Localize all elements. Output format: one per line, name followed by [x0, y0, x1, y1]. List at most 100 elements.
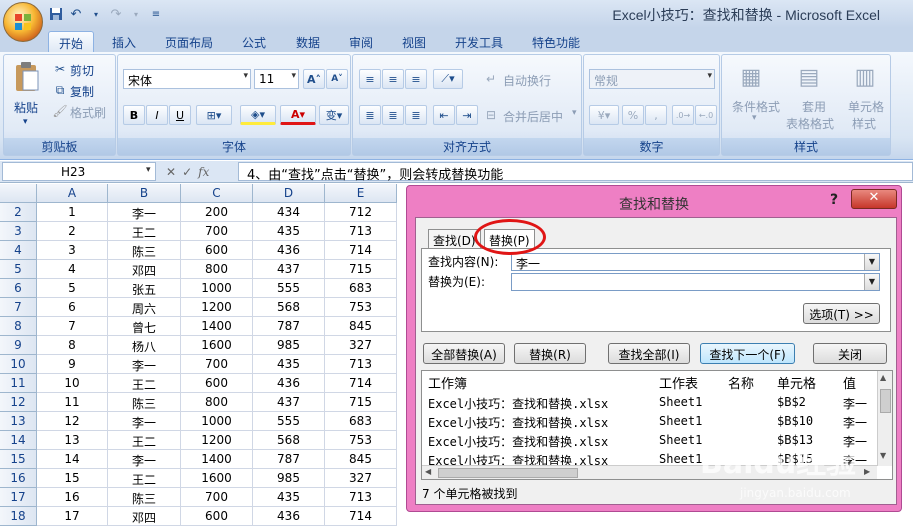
dialog-close-button[interactable]: 关闭: [813, 343, 887, 364]
row-header[interactable]: 17: [0, 488, 37, 507]
result-row-cell[interactable]: Sheet1: [659, 433, 702, 447]
table-cell[interactable]: 435: [253, 222, 325, 241]
wrap-text-icon[interactable]: ↵: [483, 71, 499, 87]
table-cell[interactable]: 713: [325, 222, 397, 241]
table-cell[interactable]: 713: [325, 355, 397, 374]
table-cell[interactable]: 845: [325, 450, 397, 469]
close-icon[interactable]: ✕: [851, 189, 897, 209]
row-header[interactable]: 16: [0, 469, 37, 488]
format-painter-icon[interactable]: 🖌: [52, 103, 68, 119]
table-cell[interactable]: 陈三: [108, 241, 181, 260]
table-cell[interactable]: 683: [325, 279, 397, 298]
table-cell[interactable]: 王二: [108, 431, 181, 450]
table-format-label-1[interactable]: 套用: [802, 98, 826, 115]
copy-icon[interactable]: ⧉: [52, 82, 68, 98]
table-cell[interactable]: 陈三: [108, 393, 181, 412]
table-cell[interactable]: 555: [253, 279, 325, 298]
table-cell[interactable]: 杨八: [108, 336, 181, 355]
merge-icon[interactable]: ⊟: [483, 107, 499, 123]
row-header[interactable]: 11: [0, 374, 37, 393]
cell-styles-label-2[interactable]: 样式: [852, 115, 876, 132]
result-row-cell[interactable]: Sheet1: [659, 452, 702, 466]
table-cell[interactable]: 700: [181, 355, 253, 374]
table-cell[interactable]: 李一: [108, 355, 181, 374]
result-row-cell[interactable]: Sheet1: [659, 395, 702, 409]
tab-page-layout[interactable]: 页面布局: [158, 31, 220, 52]
font-name-combo[interactable]: 宋体 ▾: [123, 69, 251, 89]
select-all-corner[interactable]: [0, 184, 37, 203]
table-format-label-2[interactable]: 表格格式: [786, 115, 834, 132]
find-all-button[interactable]: 查找全部(I): [608, 343, 690, 364]
tab-special[interactable]: 特色功能: [525, 31, 587, 52]
table-cell[interactable]: 327: [325, 469, 397, 488]
table-cell[interactable]: 712: [325, 203, 397, 222]
align-middle-icon[interactable]: ≡: [382, 69, 404, 89]
table-cell[interactable]: 邓四: [108, 260, 181, 279]
table-cell[interactable]: 787: [253, 450, 325, 469]
table-cell[interactable]: 327: [325, 336, 397, 355]
row-header[interactable]: 8: [0, 317, 37, 336]
enter-icon[interactable]: ✓: [182, 165, 192, 179]
table-cell[interactable]: 1200: [181, 431, 253, 450]
table-cell[interactable]: 436: [253, 507, 325, 526]
table-cell[interactable]: 714: [325, 374, 397, 393]
cancel-icon[interactable]: ✕: [166, 165, 176, 179]
help-icon[interactable]: ?: [830, 192, 838, 208]
table-cell[interactable]: 1600: [181, 469, 253, 488]
table-cell[interactable]: 600: [181, 374, 253, 393]
table-cell[interactable]: 陈三: [108, 488, 181, 507]
align-right-icon[interactable]: ≣: [405, 105, 427, 125]
table-cell[interactable]: 715: [325, 393, 397, 412]
paste-dropdown-icon[interactable]: ▾: [23, 117, 28, 127]
name-box[interactable]: H23: [2, 162, 156, 181]
merge-dropdown-icon[interactable]: ▾: [572, 108, 577, 118]
fill-color-icon[interactable]: ◈▾: [240, 105, 276, 125]
table-cell[interactable]: 845: [325, 317, 397, 336]
row-header[interactable]: 10: [0, 355, 37, 374]
merge-center-label[interactable]: 合并后居中: [503, 108, 563, 125]
table-cell[interactable]: 437: [253, 260, 325, 279]
office-button[interactable]: [3, 2, 43, 42]
tab-developer[interactable]: 开发工具: [448, 31, 510, 52]
table-cell[interactable]: 715: [325, 260, 397, 279]
col-header-cell[interactable]: 单元格: [777, 373, 816, 392]
table-cell[interactable]: 王二: [108, 374, 181, 393]
row-header[interactable]: 13: [0, 412, 37, 431]
format-painter-label[interactable]: 格式刷: [70, 104, 106, 121]
row-header[interactable]: 12: [0, 393, 37, 412]
result-row-cell[interactable]: Excel小技巧：查找和替换.xlsx: [428, 414, 608, 431]
table-cell[interactable]: 985: [253, 469, 325, 488]
paste-icon[interactable]: [10, 59, 44, 95]
copy-label[interactable]: 复制: [70, 83, 94, 100]
result-row-cell[interactable]: Excel小技巧：查找和替换.xlsx: [428, 395, 608, 412]
table-cell[interactable]: 714: [325, 241, 397, 260]
orientation-icon[interactable]: ⟋▾: [433, 69, 463, 89]
currency-icon[interactable]: ¥▾: [589, 105, 619, 125]
options-button[interactable]: 选项(T) >>: [803, 303, 880, 324]
insert-function-icon[interactable]: fx: [198, 165, 209, 179]
name-box-dropdown-icon[interactable]: ▾: [146, 165, 151, 175]
row-header[interactable]: 6: [0, 279, 37, 298]
row-header[interactable]: 5: [0, 260, 37, 279]
number-format-combo[interactable]: 常规 ▾: [589, 69, 715, 89]
align-left-icon[interactable]: ≣: [359, 105, 381, 125]
phonetic-button[interactable]: 变 ▾: [319, 105, 349, 125]
scroll-thumb[interactable]: [880, 389, 891, 413]
cut-label[interactable]: 剪切: [70, 62, 94, 79]
paste-label[interactable]: 粘贴: [14, 99, 38, 116]
table-cell[interactable]: 10: [37, 374, 108, 393]
cell-styles-icon[interactable]: ▥: [850, 61, 880, 93]
find-what-input[interactable]: 李一 ▼: [511, 253, 880, 271]
table-cell[interactable]: 李一: [108, 450, 181, 469]
table-cell[interactable]: 700: [181, 222, 253, 241]
row-header[interactable]: 15: [0, 450, 37, 469]
col-header-value[interactable]: 值: [843, 373, 856, 392]
font-color-button[interactable]: A ▾: [280, 105, 316, 125]
decrease-indent-icon[interactable]: ⇤: [433, 105, 455, 125]
table-cell[interactable]: 600: [181, 507, 253, 526]
result-row-cell[interactable]: Sheet1: [659, 414, 702, 428]
table-cell[interactable]: 14: [37, 450, 108, 469]
tab-data[interactable]: 数据: [288, 31, 328, 52]
cell-styles-label-1[interactable]: 单元格: [848, 98, 884, 115]
column-header[interactable]: C: [181, 184, 253, 203]
